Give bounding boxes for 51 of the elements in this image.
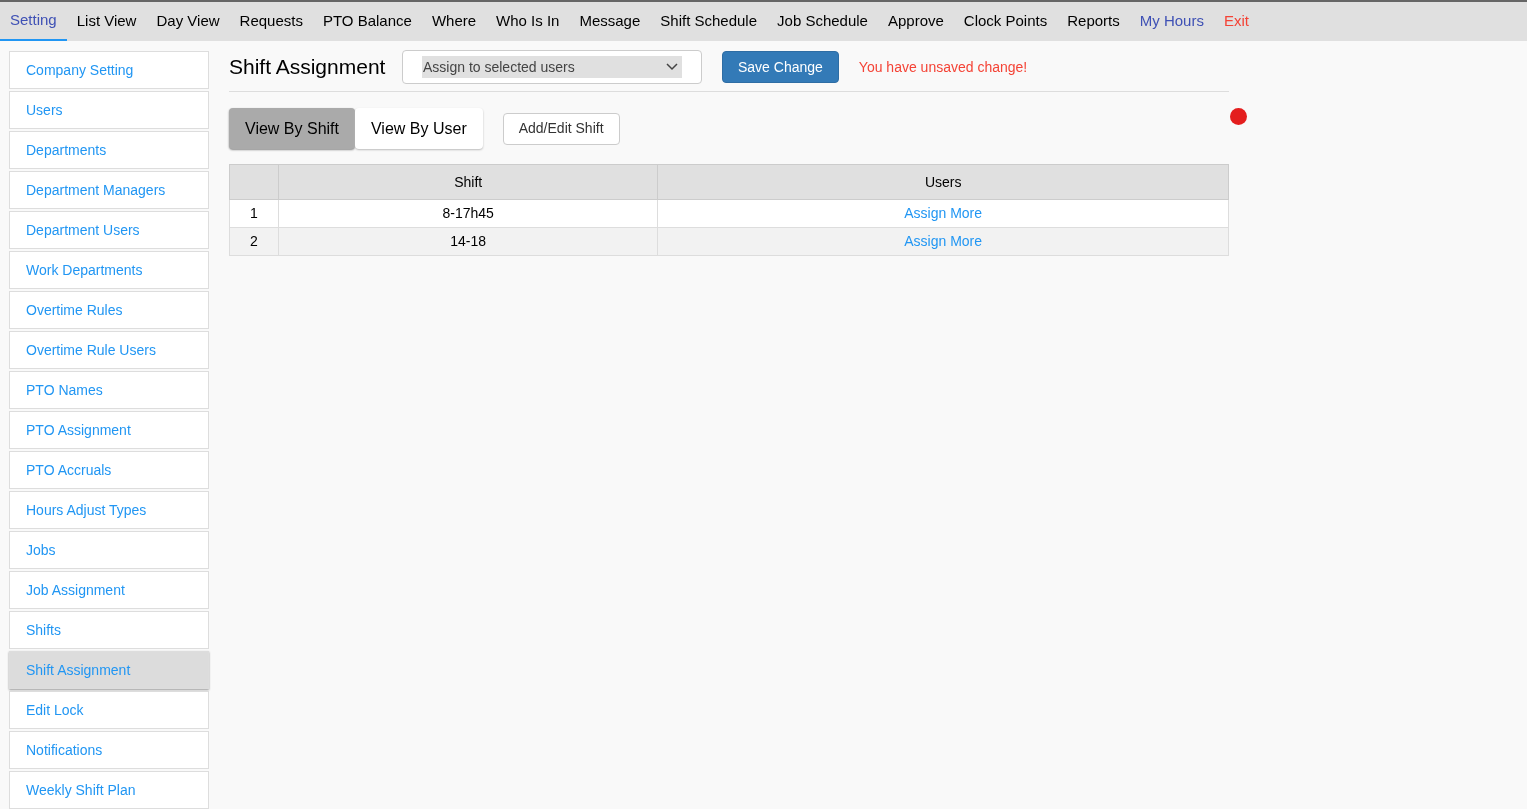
sidebar-item[interactable]: Job Assignment: [9, 571, 209, 609]
nav-tab[interactable]: Shift Schedule: [650, 2, 768, 41]
view-tab[interactable]: View By Shift: [229, 108, 355, 149]
sidebar-item[interactable]: Overtime Rule Users: [9, 331, 209, 369]
nav-tab[interactable]: PTO Balance: [312, 2, 422, 41]
assign-more-link[interactable]: Assign More: [904, 205, 983, 221]
sidebar-item[interactable]: Hours Adjust Types: [9, 491, 209, 529]
nav-tab[interactable]: List View: [66, 2, 147, 41]
column-header: Users: [657, 164, 1229, 200]
nav-tab[interactable]: Reports: [1057, 2, 1130, 41]
row-number: 1: [229, 199, 279, 228]
sidebar-item[interactable]: Overtime Rules: [9, 291, 209, 329]
nav-tab[interactable]: Exit: [1213, 2, 1259, 41]
nav-tab[interactable]: Where: [421, 2, 487, 41]
sidebar-item[interactable]: Shifts: [9, 611, 209, 649]
nav-tab[interactable]: Who Is In: [486, 2, 570, 41]
mode-select[interactable]: Assign to selected users: [402, 50, 702, 84]
sidebar-item[interactable]: Jobs: [9, 531, 209, 569]
sidebar-item[interactable]: Users: [9, 91, 209, 129]
sidebar-item[interactable]: Notifications: [9, 731, 209, 769]
column-header: Shift: [278, 164, 658, 200]
shift-cell: 8-17h45: [278, 199, 658, 228]
nav-tab[interactable]: Day View: [146, 2, 230, 41]
nav-tab[interactable]: Setting: [0, 2, 67, 41]
nav-tab[interactable]: Requests: [229, 2, 313, 41]
row-number: 2: [229, 227, 279, 256]
sidebar-item[interactable]: PTO Assignment: [9, 411, 209, 449]
sidebar-item[interactable]: Department Managers: [9, 171, 209, 209]
table-header: [229, 164, 279, 200]
sidebar-item[interactable]: Weekly Shift Plan: [9, 771, 209, 809]
sidebar-item[interactable]: PTO Names: [9, 371, 209, 409]
assign-more-link[interactable]: Assign More: [904, 233, 983, 249]
nav-tab[interactable]: Message: [569, 2, 651, 41]
page-title: Shift Assignment: [229, 54, 387, 81]
sidebar-item[interactable]: Work Departments: [9, 251, 209, 289]
nav-tab[interactable]: Job Schedule: [767, 2, 878, 41]
sidebar-item[interactable]: PTO Accruals: [9, 451, 209, 489]
nav-tab[interactable]: Approve: [877, 2, 954, 41]
sidebar-item[interactable]: Company Setting: [9, 51, 209, 89]
nav-tab[interactable]: My Hours: [1129, 2, 1214, 41]
nav-tab[interactable]: Clock Points: [953, 2, 1058, 41]
unsaved-warning: You have unsaved change!: [858, 57, 1028, 77]
save-button[interactable]: Save Change: [722, 51, 839, 83]
sidebar-item[interactable]: Departments: [9, 131, 209, 169]
sidebar-item[interactable]: Shift Assignment: [9, 651, 209, 689]
shift-cell: 14-18: [278, 227, 658, 256]
sidebar-item[interactable]: Department Users: [9, 211, 209, 249]
view-tab[interactable]: View By User: [354, 108, 483, 149]
sidebar-item[interactable]: Edit Lock: [9, 691, 209, 729]
chevron-down-icon: [666, 63, 678, 71]
add-edit-shift-button[interactable]: Add/Edit Shift: [502, 112, 620, 145]
